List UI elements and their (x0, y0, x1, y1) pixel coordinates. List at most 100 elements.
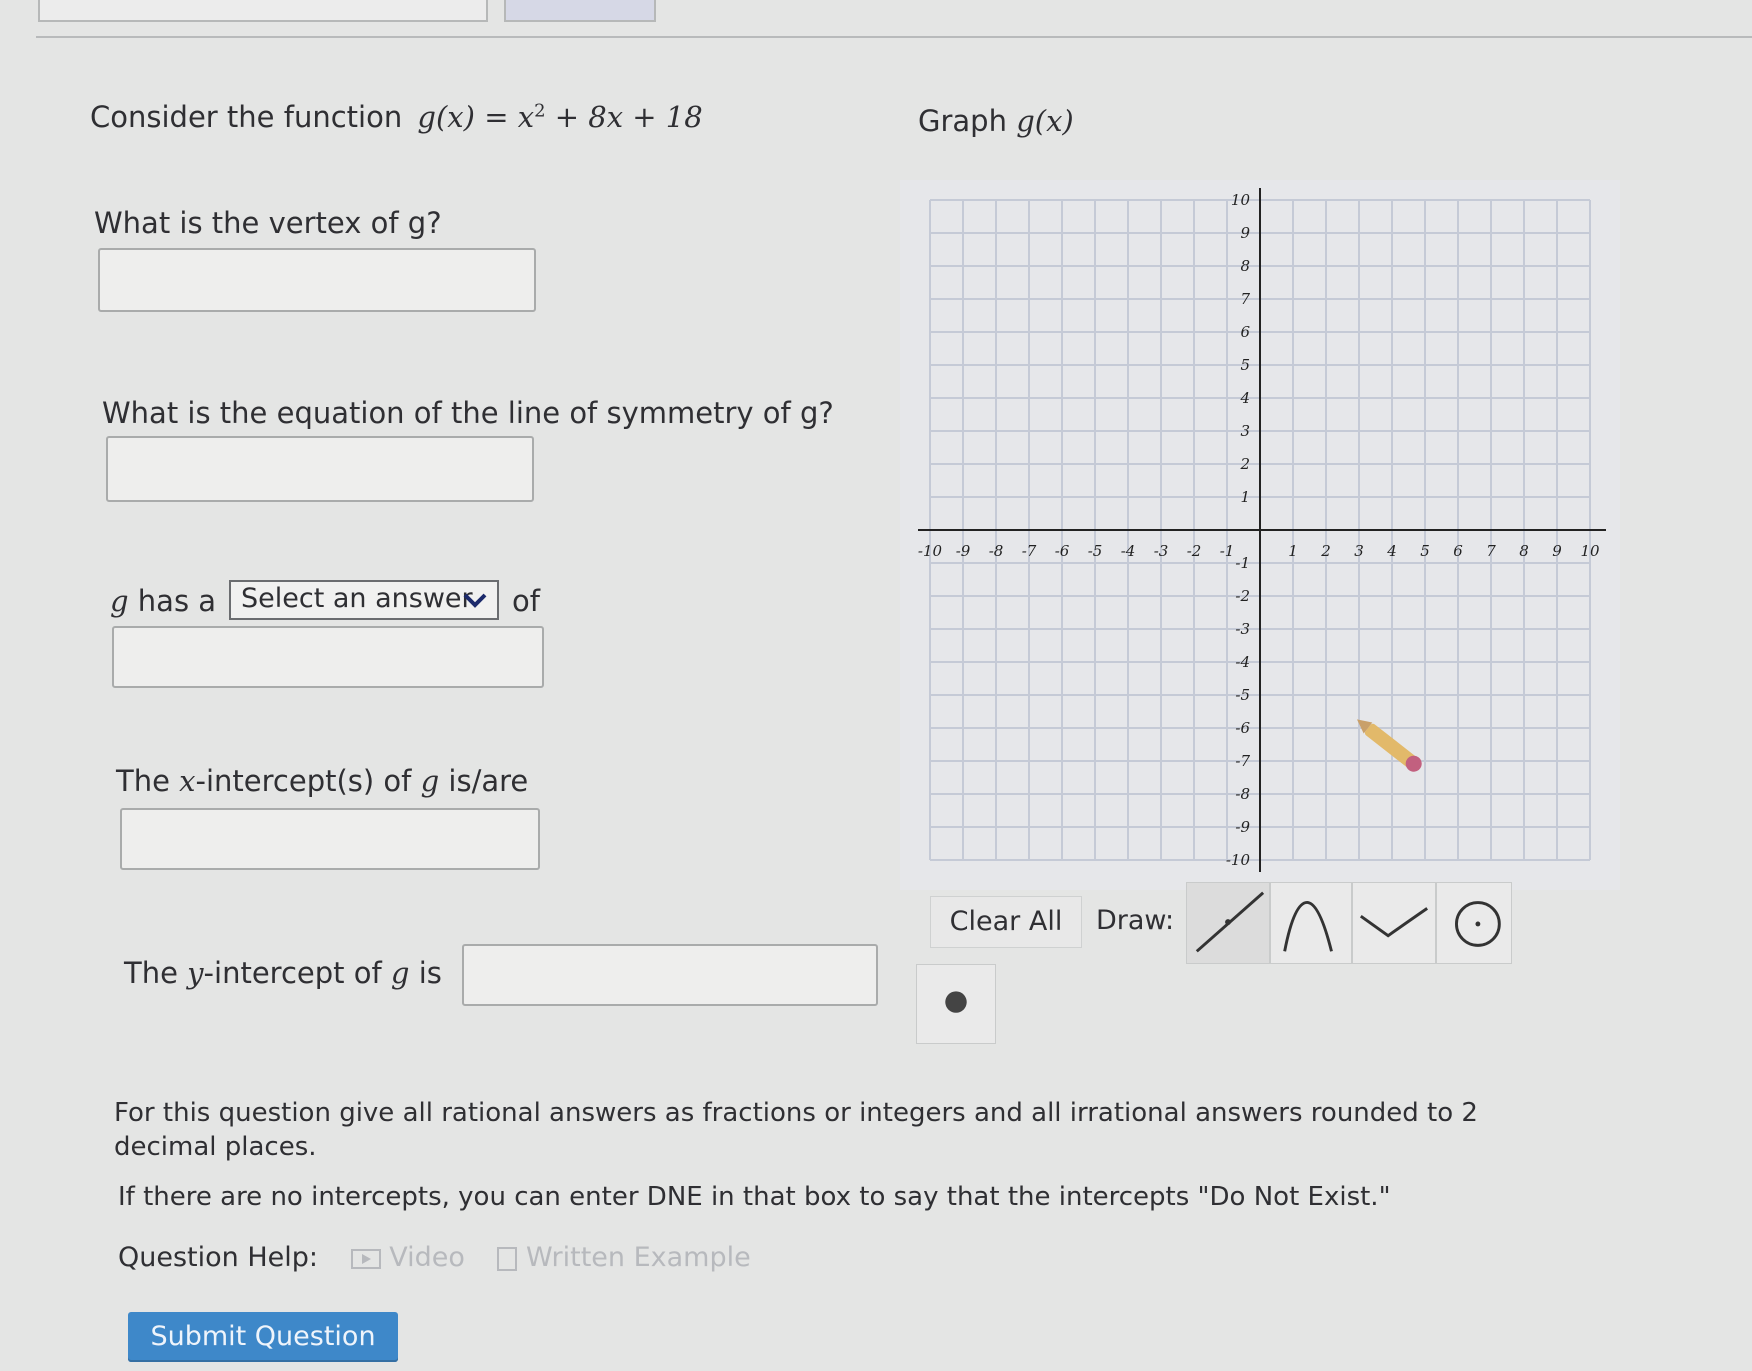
x-tick-label: 1 (1288, 542, 1298, 560)
function-lhs: g(x) (417, 100, 475, 134)
line-icon (1195, 891, 1265, 953)
y-tick-label: -2 (1235, 587, 1250, 605)
graph-label: Graph (918, 104, 1007, 138)
function-exponent: 2 (534, 100, 546, 122)
y-tick-label: 5 (1240, 356, 1250, 374)
video-icon (350, 1248, 381, 1269)
top-field-1 (38, 0, 488, 22)
video-label: Video (389, 1242, 465, 1273)
extremum-prefix: has a (137, 584, 217, 618)
y-int-label-b: -intercept of (203, 956, 382, 990)
x-tick-label: 9 (1552, 542, 1562, 560)
function-rhs-a: = x (484, 100, 535, 134)
instructions-line1: For this question give all rational answ… (114, 1098, 1478, 1128)
y-int-var2: g (390, 956, 410, 990)
symmetry-question: What is the equation of the line of symm… (102, 396, 834, 430)
extremum-select[interactable]: Select an answer (229, 580, 499, 620)
top-divider (36, 36, 1752, 38)
x-int-label-b: -intercept(s) of (195, 764, 412, 798)
y-int-var: y (187, 956, 204, 990)
x-tick-label: 2 (1320, 542, 1331, 560)
vertex-input[interactable] (98, 248, 536, 312)
x-tick-label: -1 (1220, 542, 1235, 560)
x-intercept-question: The x-intercept(s) of g is/are (116, 764, 528, 798)
question-intro: Consider the function g(x) = x2 + 8x + 1… (90, 100, 703, 134)
x-tick-label: 6 (1453, 542, 1463, 560)
vertex-question: What is the vertex of g? (94, 206, 442, 240)
extremum-line: g has a (110, 584, 216, 618)
written-example-label: Written Example (526, 1242, 751, 1273)
question-help: Question Help: Video Written Example (118, 1242, 751, 1273)
top-button-2[interactable] (504, 0, 656, 22)
y-tick-label: -7 (1235, 752, 1250, 770)
extremum-input[interactable] (112, 626, 544, 688)
y-tick-label: 10 (1231, 191, 1251, 209)
graph-heading: Graph g(x) (918, 104, 1074, 138)
y-tick-label: -6 (1235, 719, 1250, 737)
y-tick-label: 4 (1239, 389, 1250, 407)
x-tick-label: -2 (1187, 542, 1202, 560)
intro-text: Consider the function (90, 100, 403, 134)
submit-question-button[interactable]: Submit Question (128, 1312, 398, 1362)
x-tick-label: -7 (1022, 542, 1037, 560)
x-int-var2: g (420, 764, 440, 798)
instructions-line2: If there are no intercepts, you can ente… (118, 1182, 1391, 1212)
instructions-line1b: decimal places. (114, 1132, 317, 1162)
graph-function: g(x) (1016, 104, 1074, 138)
x-tick-label: -10 (918, 542, 943, 560)
y-tick-label: -5 (1235, 686, 1250, 704)
y-tick-label: -3 (1235, 620, 1250, 638)
draw-label: Draw: (1096, 905, 1175, 936)
x-tick-label: -8 (989, 542, 1004, 560)
x-tick-label: -3 (1154, 542, 1169, 560)
y-tick-label: -9 (1235, 818, 1250, 836)
clear-all-button[interactable]: Clear All (930, 896, 1082, 948)
chevron-down-icon (461, 586, 489, 614)
y-intercept-input[interactable] (462, 944, 878, 1006)
point-icon (945, 991, 967, 1013)
symmetry-input[interactable] (106, 436, 534, 502)
parabola-up-tool-button[interactable] (1352, 882, 1436, 964)
circle-icon (1455, 901, 1501, 947)
x-tick-label: 10 (1580, 542, 1600, 560)
y-tick-label: -8 (1235, 785, 1250, 803)
y-tick-label: 8 (1240, 257, 1250, 275)
x-int-var: x (179, 764, 196, 798)
x-tick-label: -6 (1055, 542, 1070, 560)
y-tick-label: 1 (1240, 488, 1250, 506)
select-value: Select an answer (241, 583, 473, 614)
document-icon (497, 1246, 518, 1271)
written-example-link[interactable]: Written Example (497, 1242, 751, 1273)
extremum-var: g (110, 584, 129, 618)
function-rhs-b: + 8x + 18 (554, 100, 703, 134)
x-int-label-c: is/are (448, 764, 529, 798)
x-tick-label: -4 (1121, 542, 1136, 560)
x-tick-label: 7 (1486, 542, 1496, 560)
x-tick-label: 8 (1519, 542, 1529, 560)
line-tool-button[interactable] (1186, 882, 1270, 964)
parabola-down-icon (1283, 901, 1333, 952)
x-tick-label: 5 (1420, 542, 1430, 560)
video-link[interactable]: Video (350, 1242, 474, 1273)
y-int-label-a: The (124, 956, 178, 990)
y-tick-label: 2 (1239, 455, 1250, 473)
x-intercept-input[interactable] (120, 808, 540, 870)
y-tick-label: -4 (1235, 653, 1250, 671)
x-int-label-a: The (116, 764, 170, 798)
y-tick-label: 3 (1240, 422, 1250, 440)
x-tick-label: 3 (1354, 542, 1364, 560)
y-tick-label: 6 (1240, 323, 1250, 341)
y-tick-label: -1 (1235, 554, 1250, 572)
circle-tool-button[interactable] (1436, 882, 1512, 964)
y-tick-label: -10 (1226, 851, 1251, 869)
y-int-label-c: is (418, 956, 442, 990)
point-tool-button[interactable] (916, 964, 996, 1044)
y-tick-label: 9 (1240, 224, 1250, 242)
y-intercept-question: The y-intercept of g is (124, 956, 442, 990)
parabola-down-tool-button[interactable] (1270, 882, 1352, 964)
clear-all-label: Clear All (949, 906, 1063, 937)
graph-canvas[interactable]: -10 -9 -8 -7 -6 -5 -4 -3 -2 -1 1 2 3 4 5 6 7 8 9 10 10 9 8 7 6 5… (900, 180, 1620, 890)
x-tick-label: -9 (956, 542, 971, 560)
submit-label: Submit Question (150, 1321, 376, 1352)
parabola-up-icon (1359, 907, 1429, 938)
